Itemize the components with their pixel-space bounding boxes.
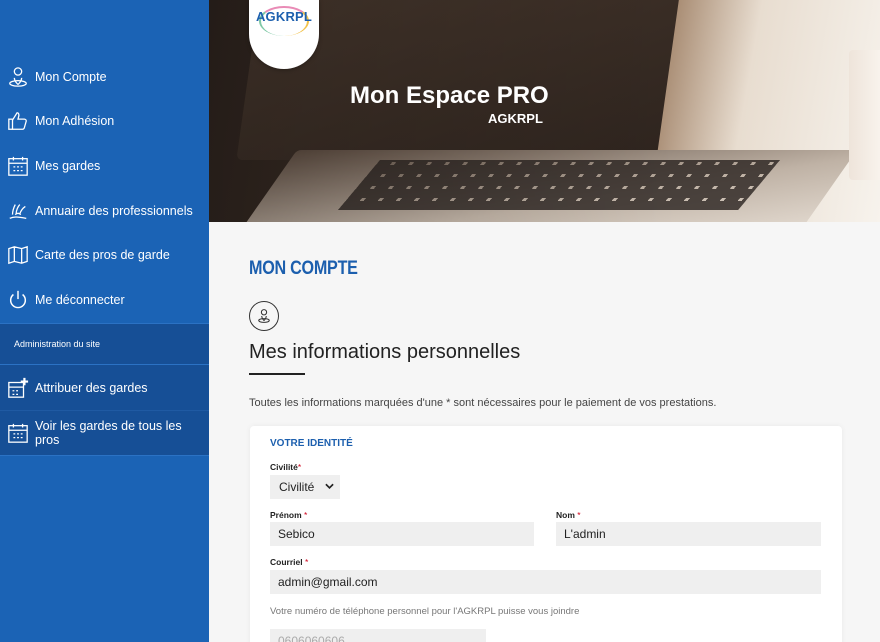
calendar-icon (7, 422, 29, 444)
admin-heading: Administration du site (0, 323, 209, 365)
civilite-label: Civilité* (270, 462, 301, 472)
agkrpl-logo[interactable]: AGKRPL (249, 0, 319, 69)
phone-field[interactable]: 0606060606 (270, 629, 486, 642)
sidebar-item-label: Voir les gardes de tous les pros (35, 419, 182, 447)
section-title: Mes informations personnelles (249, 341, 521, 363)
hero-title: Mon Espace PRO (350, 82, 549, 109)
sidebar-item-voir-gardes[interactable]: Voir les gardes de tous les pros (0, 411, 209, 455)
section-underline (249, 373, 305, 375)
sidebar-item-label: Mon Adhésion (35, 114, 115, 128)
sidebar-item-label: Attribuer des gardes (35, 381, 148, 395)
civilite-label-text: Civilité (270, 462, 298, 472)
sidebar-item-label: Me déconnecter (35, 293, 125, 307)
sidebar-item-mes-gardes[interactable]: Mes gardes (0, 144, 209, 188)
power-icon (7, 289, 29, 311)
user-pin-icon (7, 66, 29, 88)
phone-hint: Votre numéro de téléphone personnel pour… (270, 606, 580, 617)
courriel-field[interactable]: admin@gmail.com (270, 570, 821, 594)
intro-text: Toutes les informations marquées d'une *… (249, 397, 717, 409)
sidebar-item-label: Mon Compte (35, 70, 107, 84)
sidebar: Mon Compte Mon Adhésion Mes gardes Annua… (0, 0, 209, 642)
nom-label: Nom * (556, 510, 581, 520)
sidebar-item-annuaire[interactable]: Annuaire des professionnels (0, 189, 209, 233)
required-marker: * (304, 557, 309, 567)
prenom-label: Prénom * (270, 510, 307, 520)
sidebar-item-deconnecter[interactable]: Me déconnecter (0, 278, 209, 322)
nom-label-text: Nom (556, 510, 575, 520)
map-icon (7, 244, 29, 266)
sidebar-item-carte[interactable]: Carte des pros de garde (0, 233, 209, 277)
chevron-down-icon (325, 483, 334, 489)
required-marker: * (304, 510, 308, 520)
sidebar-item-label: Annuaire des professionnels (35, 204, 193, 218)
courriel-label-text: Courriel (270, 557, 303, 567)
divider (0, 455, 209, 456)
thumbs-up-icon (7, 110, 29, 132)
civilite-select-value: Civilité (279, 480, 315, 494)
page-title: MON COMPTE (249, 258, 358, 279)
user-account-icon (249, 301, 279, 331)
required-marker: * (297, 462, 302, 472)
calendar-plus-icon (7, 377, 29, 399)
prenom-label-text: Prénom (270, 510, 302, 520)
sidebar-item-mon-adhesion[interactable]: Mon Adhésion (0, 99, 209, 143)
courriel-label: Courriel * (270, 557, 308, 567)
calendar-icon (7, 155, 29, 177)
wave-hand-icon (7, 200, 29, 222)
sidebar-item-label: Mes gardes (35, 159, 101, 173)
required-marker: * (577, 510, 581, 520)
nom-field[interactable]: L'admin (556, 522, 821, 546)
sidebar-item-attribuer-gardes[interactable]: Attribuer des gardes (0, 366, 209, 410)
hero-subtitle: AGKRPL (488, 111, 543, 126)
card-title: VOTRE IDENTITÉ (270, 438, 353, 449)
civilite-select[interactable]: Civilité (270, 475, 340, 499)
sidebar-item-label: Carte des pros de garde (35, 248, 170, 262)
sidebar-item-mon-compte[interactable]: Mon Compte (0, 55, 209, 99)
prenom-field[interactable]: Sebico (270, 522, 534, 546)
logo-text: AGKRPL (255, 9, 313, 24)
